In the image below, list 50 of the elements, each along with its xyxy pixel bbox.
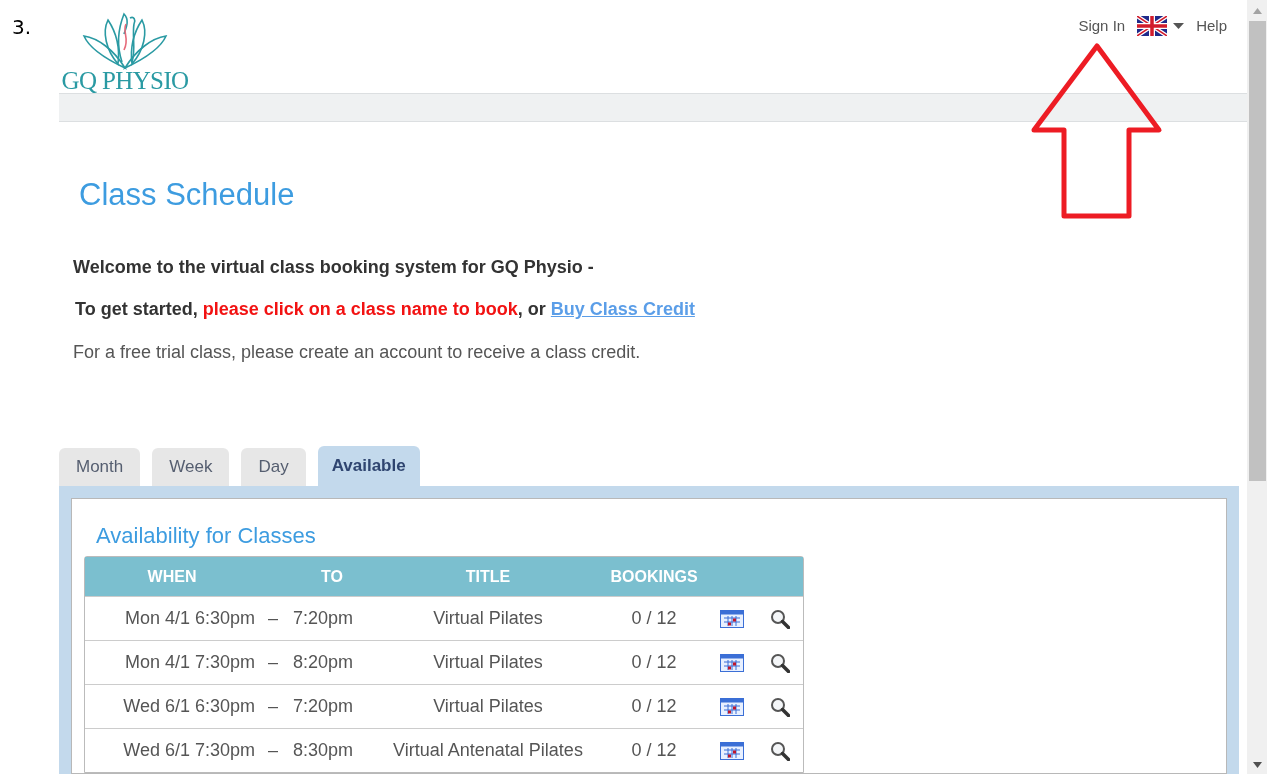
table-cell-text: – <box>268 651 278 674</box>
header-link[interactable]: Help <box>1196 15 1227 38</box>
caret-icon[interactable] <box>1173 23 1185 30</box>
view-tab[interactable]: Available <box>317 446 420 486</box>
step-number: 3. <box>12 15 32 39</box>
column-header: TO <box>321 566 343 587</box>
table-cell-text: 0 / 12 <box>631 651 677 674</box>
calendar-icon[interactable] <box>720 741 744 760</box>
table-cell-text: – <box>268 695 278 718</box>
table-cell-text: Mon 4/1 7:30pm <box>124 651 256 674</box>
flag-icon[interactable] <box>1137 16 1168 37</box>
table-cell-text: 0 / 12 <box>631 695 677 718</box>
scroll-down-icon[interactable] <box>1252 762 1262 768</box>
table-cell-text: 7:20pm <box>292 695 354 718</box>
trial-note: For a free trial class, please create an account to receive a class credit. <box>73 341 642 364</box>
table-cell-text: – <box>268 607 278 630</box>
table-cell-text: 7:20pm <box>292 607 354 630</box>
table-cell-text: 8:20pm <box>292 651 354 674</box>
table-cell-text: Wed 6/1 6:30pm <box>123 695 256 718</box>
table-cell-text: – <box>268 739 278 762</box>
page-title: Class Schedule <box>78 175 296 214</box>
column-header: BOOKINGS <box>610 566 698 587</box>
header-link[interactable]: Sign In <box>1078 15 1126 38</box>
view-tab[interactable]: Day <box>241 448 306 486</box>
panel-title: Availability for Classes <box>95 522 317 550</box>
table-cell-text: 0 / 12 <box>631 739 677 762</box>
search-icon[interactable] <box>770 652 790 673</box>
class-title-link[interactable]: Virtual Antenatal Pilates <box>393 737 583 764</box>
search-icon[interactable] <box>770 740 790 761</box>
search-icon[interactable] <box>770 696 790 717</box>
instructions-text: To get started, please click on a class name to book, or Buy Class Credit <box>74 298 696 321</box>
table-cell-text: 8:30pm <box>292 739 354 762</box>
view-tab[interactable]: Month <box>59 448 141 486</box>
calendar-icon[interactable] <box>720 697 744 716</box>
view-tab[interactable]: Week <box>152 448 230 486</box>
calendar-icon[interactable] <box>720 653 744 672</box>
scrollbar[interactable] <box>1247 0 1267 774</box>
table-cell-text: Wed 6/1 7:30pm <box>123 739 256 762</box>
class-title-link[interactable]: Virtual Pilates <box>433 693 543 720</box>
column-header: WHEN <box>147 566 197 587</box>
logo-text: GQ PHYSIO <box>61 68 189 93</box>
class-title-link[interactable]: Virtual Pilates <box>433 649 543 676</box>
scrollbar-thumb[interactable] <box>1248 21 1266 481</box>
table-cell-text: Mon 4/1 6:30pm <box>124 607 256 630</box>
class-title-link[interactable]: Virtual Pilates <box>433 605 543 632</box>
table-cell-text: 0 / 12 <box>631 607 677 630</box>
column-header: TITLE <box>465 566 511 587</box>
welcome-text: Welcome to the virtual class booking system for GQ Physio - <box>73 256 595 279</box>
search-icon[interactable] <box>770 608 790 629</box>
calendar-icon[interactable] <box>720 609 744 628</box>
